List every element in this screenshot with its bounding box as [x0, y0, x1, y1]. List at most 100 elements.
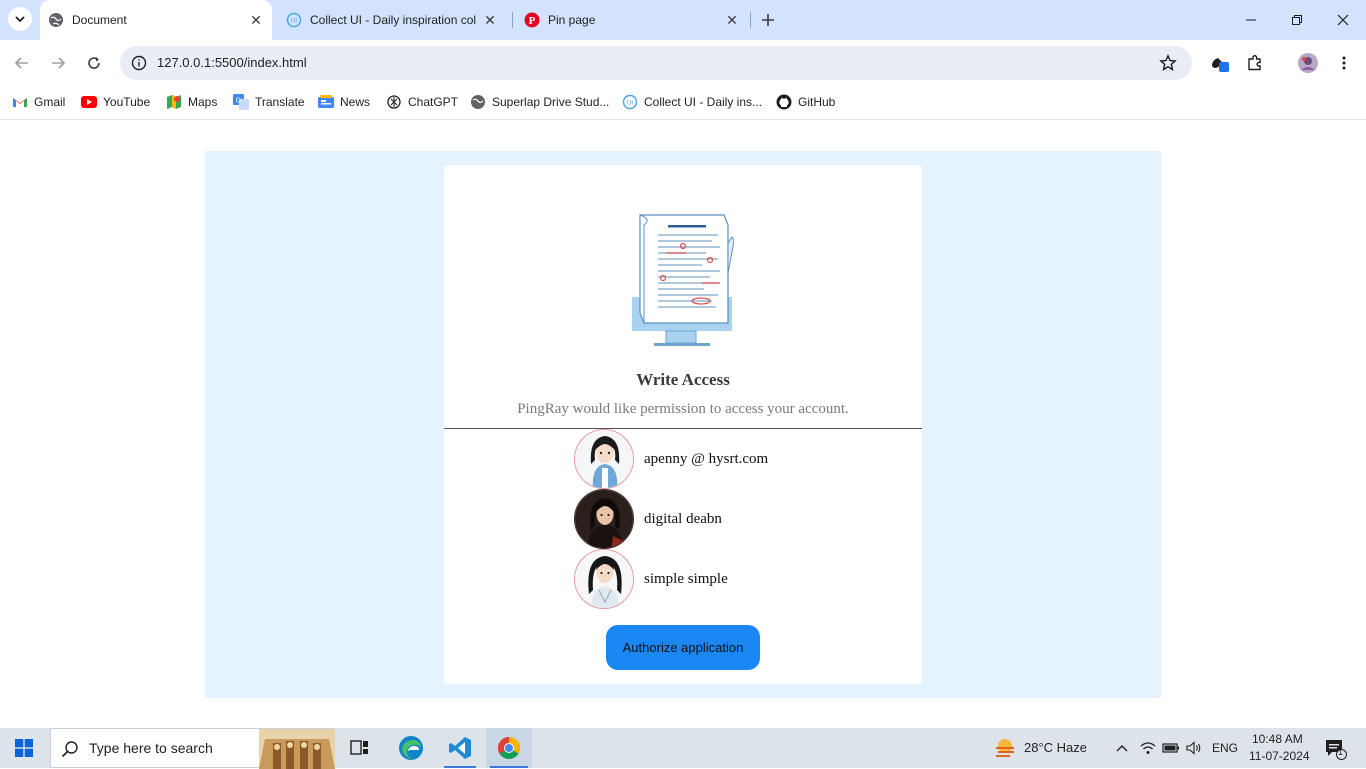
minimize-icon: [1246, 19, 1256, 21]
bookmark-news[interactable]: News: [318, 92, 370, 112]
tab-title: Document: [72, 13, 127, 27]
avatar-girl-dark-icon: [575, 490, 633, 548]
bookmark-label: ChatGPT: [408, 95, 459, 109]
account-name: apenny @ hysrt.com: [644, 450, 769, 467]
maps-icon: [166, 94, 182, 110]
svg-text:P: P: [529, 15, 536, 27]
bookmark-maps[interactable]: Maps: [166, 92, 217, 112]
extensions-menu-button[interactable]: [1243, 51, 1267, 75]
bookmark-label: News: [340, 95, 371, 109]
search-placeholder: Type here to search: [89, 740, 213, 756]
bookmark-label: Superlap Drive Stud...: [492, 95, 610, 109]
taskbar-search-box[interactable]: Type here to search: [50, 728, 335, 769]
tab-title: Pin page: [548, 13, 596, 27]
new-tab-button[interactable]: [758, 10, 778, 30]
tab-pin-page[interactable]: P Pin page ✕: [516, 0, 748, 40]
task-view-button[interactable]: [340, 728, 380, 768]
bookmark-superlap[interactable]: Superlap Drive Stud...: [470, 92, 609, 112]
bookmark-label: YouTube: [103, 95, 151, 109]
browser-menu-button[interactable]: [1332, 51, 1356, 75]
weather-widget[interactable]: [988, 728, 1022, 768]
avatar-girl-denim-icon: [575, 430, 633, 488]
gmail-icon: [12, 94, 28, 110]
site-info-icon[interactable]: [128, 52, 150, 74]
search-highlight-image-icon: [259, 729, 335, 769]
svg-text:UI: UI: [291, 19, 297, 25]
task-view-icon: [350, 740, 368, 755]
chrome-icon: [498, 737, 520, 759]
reload-button[interactable]: [82, 51, 106, 75]
battery-status[interactable]: [1160, 728, 1182, 768]
windows-taskbar: Type here to search 28°C Haze ENG 10:48 …: [0, 728, 1366, 769]
bookmark-label: Maps: [188, 95, 218, 109]
tab-search-button[interactable]: [8, 7, 32, 31]
restore-button[interactable]: [1274, 0, 1320, 40]
pinterest-icon: P: [524, 12, 540, 28]
news-icon: [318, 94, 334, 110]
collectui-icon: UI: [622, 94, 638, 110]
extension-button[interactable]: [1208, 51, 1232, 75]
clock-time[interactable]: 10:48 AM: [1252, 732, 1303, 746]
address-bar[interactable]: 127.0.0.1:5500/index.html: [120, 46, 1192, 80]
taskbar-chrome[interactable]: [486, 728, 532, 768]
arrow-right-icon: [52, 57, 66, 69]
close-icon[interactable]: ✕: [722, 10, 742, 30]
close-icon[interactable]: ✕: [246, 10, 266, 30]
bookmark-star-icon[interactable]: [1158, 53, 1178, 73]
youtube-icon: [81, 94, 97, 110]
document-review-illustration: [632, 214, 734, 346]
page-viewport: Write Access PingRay would like permissi…: [0, 121, 1366, 728]
globe-icon: [470, 94, 486, 110]
minimize-button[interactable]: [1228, 0, 1274, 40]
account-item[interactable]: digital deabn: [574, 489, 722, 549]
search-icon: [61, 741, 78, 758]
account-item[interactable]: simple simple: [574, 549, 728, 609]
write-access-card: Write Access PingRay would like permissi…: [444, 165, 922, 684]
globe-icon: [48, 12, 64, 28]
forward-button[interactable]: [46, 51, 70, 75]
notification-icon: [1326, 740, 1347, 760]
volume-control[interactable]: [1184, 728, 1204, 768]
network-status[interactable]: [1138, 728, 1158, 768]
tab-separator: [750, 12, 751, 28]
edge-icon: [399, 736, 423, 760]
puzzle-icon: [1248, 55, 1261, 71]
notification-center-button[interactable]: 1: [1318, 728, 1352, 768]
authorize-application-button[interactable]: Authorize application: [606, 625, 760, 670]
collectui-icon: UI: [286, 12, 302, 28]
profile-avatar-button[interactable]: [1296, 51, 1320, 75]
bookmark-chatgpt[interactable]: ChatGPT: [386, 92, 458, 112]
taskbar-vscode[interactable]: [440, 728, 480, 768]
profile-avatar-icon: [1298, 53, 1318, 73]
bookmark-translate[interactable]: G Translate: [233, 92, 305, 112]
vscode-icon: [449, 737, 471, 759]
account-item[interactable]: apenny @ hysrt.com: [574, 429, 768, 489]
battery-icon: [1162, 743, 1179, 753]
chevron-down-icon: [15, 16, 25, 23]
back-button[interactable]: [10, 51, 34, 75]
card-title: Write Access: [636, 370, 730, 389]
close-window-button[interactable]: [1320, 0, 1366, 40]
avatar: [574, 549, 634, 609]
tab-document[interactable]: Document ✕: [40, 0, 272, 40]
tab-title: Collect UI - Daily inspiration col: [310, 13, 477, 27]
start-button[interactable]: [0, 728, 48, 768]
bookmark-github[interactable]: GitHub: [776, 92, 835, 112]
clock-date[interactable]: 11-07-2024: [1249, 749, 1310, 763]
github-icon: [776, 94, 792, 110]
wifi-icon: [1140, 742, 1156, 754]
bookmark-gmail[interactable]: Gmail: [12, 92, 65, 112]
tab-collect-ui[interactable]: UI Collect UI - Daily inspiration col ✕: [278, 0, 506, 40]
translate-icon: G: [233, 94, 249, 110]
card-subtitle: PingRay would like permission to access …: [517, 401, 849, 417]
close-icon[interactable]: ✕: [480, 10, 500, 30]
weather-text[interactable]: 28°C Haze: [1024, 740, 1087, 755]
language-indicator[interactable]: ENG: [1212, 741, 1238, 755]
show-hidden-icons-button[interactable]: [1112, 728, 1132, 768]
taskbar-edge[interactable]: [390, 728, 432, 768]
bookmark-youtube[interactable]: YouTube: [81, 92, 150, 112]
avatar-girl-white-icon: [575, 550, 633, 608]
bookmark-collect-ui[interactable]: UI Collect UI - Daily ins...: [622, 92, 762, 112]
arrow-left-icon: [14, 57, 28, 69]
url-text[interactable]: 127.0.0.1:5500/index.html: [157, 55, 307, 70]
